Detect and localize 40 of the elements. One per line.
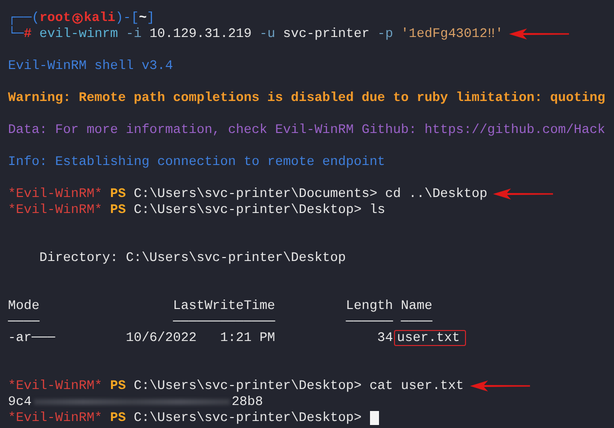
output-text: Mode LastWriteTime Length Name [8, 298, 432, 314]
info-text: Info: Establishing connection to remote endpoint [8, 154, 386, 170]
prompt-frame: )-[ [115, 10, 139, 26]
circled-symbol-icon [72, 12, 83, 24]
text-cursor [370, 411, 379, 425]
warning-text: Warning: Remote path completions is disabled due to ruby limitation: quoting [8, 90, 606, 106]
shell-name: *Evil-WinRM* [8, 410, 102, 426]
prompt-frame: ] [146, 10, 155, 26]
output-text: -ar─── 10/6/2022 1:21 PM 34 [8, 330, 394, 346]
ps-label: PS [109, 202, 126, 218]
user-name: kali [84, 10, 116, 26]
output-text: 10.129.31.219 [148, 26, 252, 42]
output-text: C:\Users\svc-printer\Desktop> ls [132, 202, 386, 218]
command-option: -p [369, 26, 394, 42]
ps-label: PS [109, 378, 126, 394]
shell-name: *Evil-WinRM* [8, 186, 102, 202]
output-text: ──── ───────────── ────── ──── [8, 314, 432, 330]
data-text: Data: For more information, check Evil-WinRM Github: https://github.com/Hack [8, 122, 606, 138]
output-text: C:\Users\svc-printer\Desktop> [132, 410, 362, 426]
prompt-path: ~ [138, 10, 147, 26]
ps-label: PS [109, 410, 126, 426]
prompt-frame: └─ [8, 26, 24, 42]
user-name: root [39, 10, 71, 26]
info-text: Evil-WinRM shell v3.4 [8, 58, 174, 74]
ps-label: PS [109, 186, 126, 202]
command-option: -i [118, 26, 142, 42]
output-text: 28b8 [232, 394, 264, 410]
command-name: evil-winrm [38, 26, 118, 42]
output-text: 9c4 [8, 394, 32, 410]
prompt-sign: # [24, 26, 32, 42]
highlighted-filename: user.txt [394, 330, 466, 346]
output-text: svc-printer [282, 26, 370, 42]
output-text: C:\Users\svc-printer\Documents> cd ..\Desktop [132, 186, 488, 202]
password-string: '1edFg43012‼' [400, 26, 504, 42]
prompt-frame: ┌──( [8, 10, 40, 26]
output-text: C:\Users\svc-printer\Desktop> cat user.txt [132, 378, 464, 394]
output-text: Directory: C:\Users\svc-printer\Desktop [38, 250, 346, 266]
shell-name: *Evil-WinRM* [8, 378, 102, 394]
command-option: -u [252, 26, 276, 42]
shell-name: *Evil-WinRM* [8, 202, 102, 218]
